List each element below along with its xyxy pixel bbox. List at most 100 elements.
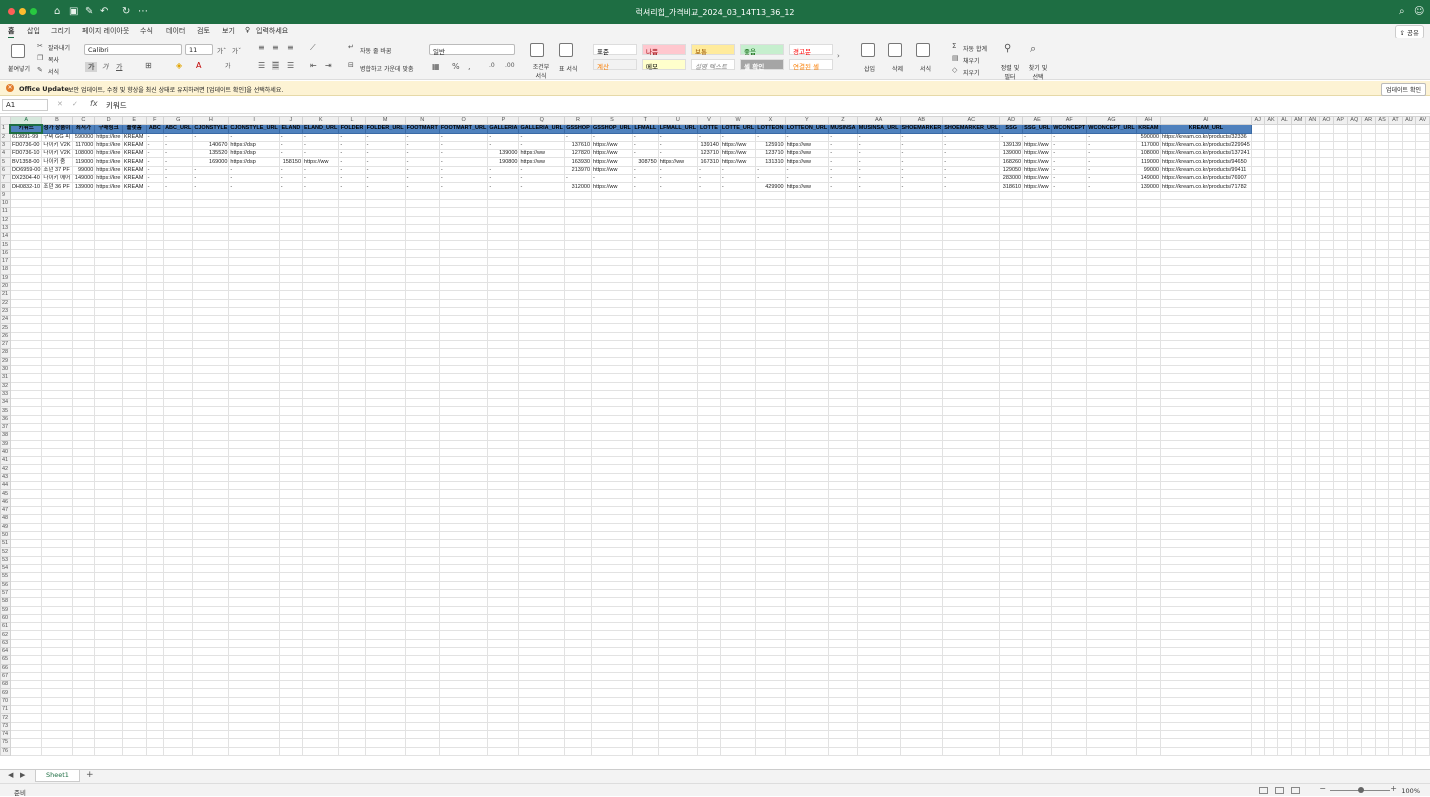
- cell[interactable]: [338, 190, 366, 200]
- cell[interactable]: [302, 323, 340, 333]
- cell[interactable]: [1346, 680, 1362, 690]
- cell[interactable]: [9, 414, 43, 425]
- cell[interactable]: [1051, 489, 1088, 499]
- cell[interactable]: -: [438, 157, 489, 167]
- cell[interactable]: [487, 729, 520, 740]
- cell[interactable]: [1263, 422, 1279, 433]
- cell[interactable]: [1086, 273, 1137, 283]
- cell[interactable]: [1250, 613, 1265, 624]
- cell[interactable]: [942, 281, 1001, 292]
- cell[interactable]: [1360, 555, 1376, 566]
- cell[interactable]: [1250, 281, 1265, 292]
- cell[interactable]: [1346, 505, 1362, 516]
- column-header[interactable]: AB: [899, 116, 944, 126]
- cell[interactable]: [1250, 215, 1265, 225]
- cell[interactable]: [192, 547, 230, 557]
- cell[interactable]: [71, 522, 96, 532]
- cell[interactable]: [1401, 373, 1417, 383]
- cell[interactable]: [1304, 472, 1320, 483]
- cell[interactable]: [657, 190, 699, 200]
- cell[interactable]: [999, 198, 1024, 209]
- cell[interactable]: [1160, 315, 1252, 325]
- cell[interactable]: [1051, 198, 1088, 209]
- cell[interactable]: [1401, 472, 1417, 483]
- cell[interactable]: -: [942, 182, 1001, 192]
- cell[interactable]: -: [228, 182, 280, 192]
- cell[interactable]: [1135, 646, 1162, 657]
- cell[interactable]: [192, 746, 230, 756]
- cell[interactable]: [121, 364, 147, 375]
- cell[interactable]: [1160, 439, 1252, 449]
- cell[interactable]: [338, 406, 366, 416]
- cell[interactable]: [899, 281, 944, 292]
- cell[interactable]: [1263, 132, 1279, 142]
- cell[interactable]: [1022, 265, 1053, 275]
- row-header[interactable]: 3: [0, 140, 11, 151]
- cell[interactable]: [94, 265, 123, 275]
- cell[interactable]: [828, 713, 858, 723]
- cell[interactable]: [404, 281, 440, 292]
- cell[interactable]: [192, 331, 230, 342]
- cell[interactable]: 190800: [487, 157, 520, 167]
- cell[interactable]: 127820: [563, 149, 593, 159]
- cell[interactable]: [338, 447, 366, 458]
- cell[interactable]: [755, 207, 786, 217]
- cell[interactable]: [192, 232, 230, 242]
- cell[interactable]: 123710: [697, 149, 721, 159]
- cell[interactable]: [1086, 489, 1137, 499]
- cell[interactable]: [856, 331, 901, 342]
- cell[interactable]: [1346, 232, 1362, 242]
- cell[interactable]: [302, 223, 340, 234]
- cell[interactable]: [1304, 281, 1320, 292]
- cell[interactable]: [1277, 356, 1292, 366]
- header-cell[interactable]: ELAND: [278, 124, 304, 134]
- chevron-right-icon[interactable]: ›: [837, 52, 840, 60]
- cell[interactable]: [9, 514, 43, 524]
- style-check-cell[interactable]: 셀 확인: [740, 59, 784, 71]
- normal-view-icon[interactable]: [1259, 787, 1268, 794]
- cell[interactable]: [1135, 688, 1162, 698]
- cell[interactable]: [1263, 713, 1279, 723]
- cell[interactable]: [828, 456, 858, 466]
- cell[interactable]: [999, 356, 1024, 366]
- column-header[interactable]: AC: [942, 116, 1001, 126]
- cell[interactable]: [755, 713, 786, 723]
- cell[interactable]: [145, 348, 165, 358]
- cell[interactable]: [657, 530, 699, 541]
- cell[interactable]: [1304, 564, 1320, 574]
- cell[interactable]: -: [657, 140, 699, 151]
- cell[interactable]: [1051, 339, 1088, 350]
- cell[interactable]: https://ww: [784, 182, 830, 192]
- cell[interactable]: [1318, 705, 1335, 715]
- cell[interactable]: [121, 580, 147, 590]
- cell[interactable]: [1346, 281, 1362, 292]
- cell[interactable]: [1290, 248, 1306, 259]
- cell[interactable]: [1360, 315, 1376, 325]
- cell[interactable]: [1250, 339, 1265, 350]
- cell[interactable]: [1374, 497, 1390, 507]
- cell[interactable]: [1022, 381, 1053, 391]
- cell[interactable]: [192, 497, 230, 507]
- cell[interactable]: [999, 348, 1024, 358]
- cell[interactable]: [41, 622, 73, 632]
- cell[interactable]: [563, 431, 593, 441]
- cell[interactable]: [278, 232, 304, 242]
- header-cell[interactable]: ELAND_URL: [302, 124, 340, 134]
- cell[interactable]: [856, 348, 901, 358]
- cell[interactable]: [1290, 273, 1306, 283]
- cell[interactable]: [9, 356, 43, 366]
- cell[interactable]: [999, 422, 1024, 433]
- cell[interactable]: [364, 514, 406, 524]
- cell[interactable]: [9, 630, 43, 640]
- column-header[interactable]: J: [278, 116, 304, 126]
- cell[interactable]: KREAM: [121, 157, 147, 167]
- cell[interactable]: [563, 630, 593, 640]
- cell[interactable]: [121, 190, 147, 200]
- cell[interactable]: [899, 381, 944, 391]
- cell[interactable]: [1290, 348, 1306, 358]
- cell[interactable]: [338, 481, 366, 491]
- cell[interactable]: [1374, 290, 1390, 300]
- cell[interactable]: [404, 414, 440, 425]
- cell[interactable]: [942, 422, 1001, 433]
- cell[interactable]: [71, 489, 96, 499]
